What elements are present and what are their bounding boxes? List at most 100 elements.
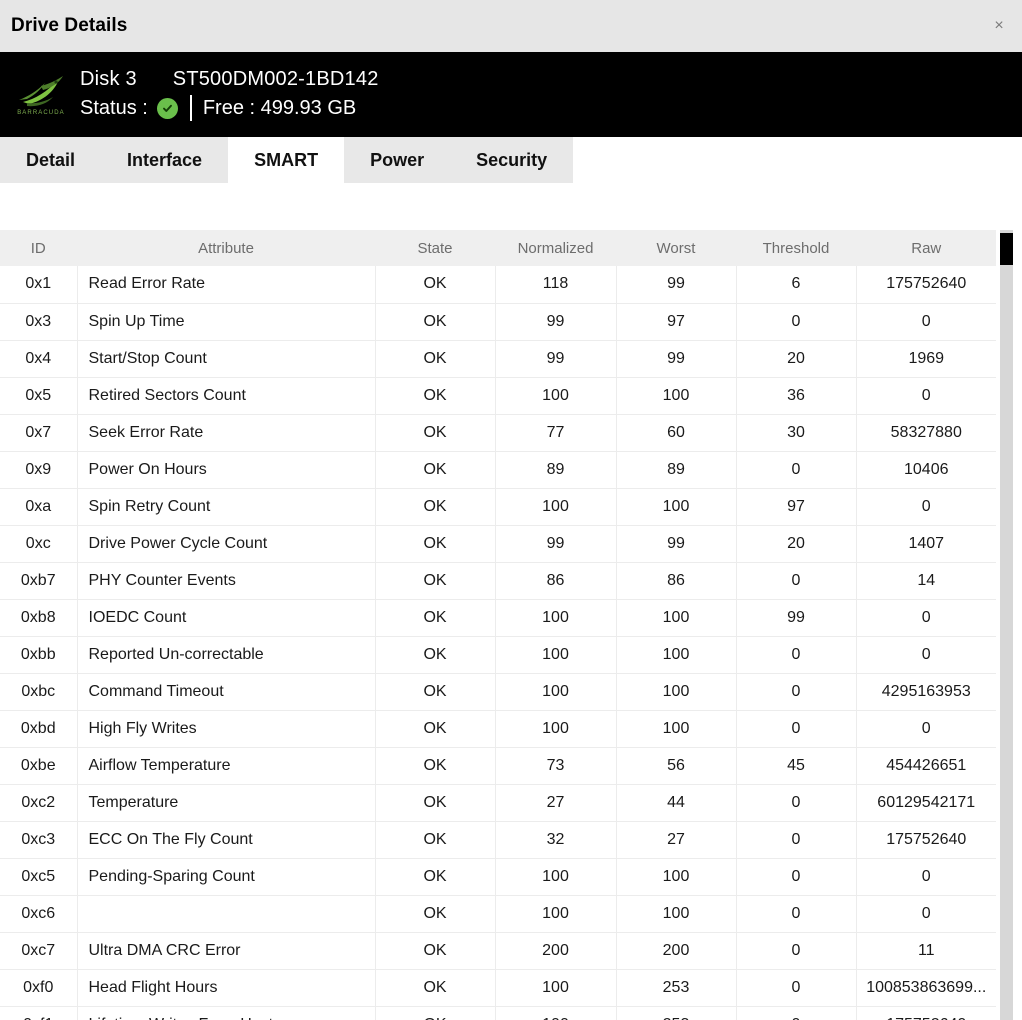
cell-normalized: 200 xyxy=(495,932,617,970)
cell-worst: 56 xyxy=(616,747,737,785)
vertical-scrollbar-thumb[interactable] xyxy=(1000,233,1013,265)
cell-attribute: Spin Retry Count xyxy=(77,488,376,526)
table-row[interactable]: 0x7 Seek Error Rate OK 77 60 30 58327880 xyxy=(0,414,996,452)
cell-threshold: 0 xyxy=(736,821,857,859)
cell-attribute: Lifetime Writes From Host xyxy=(77,1006,376,1020)
cell-worst: 27 xyxy=(616,821,737,859)
cell-state: OK xyxy=(375,414,496,452)
table-row[interactable]: 0xb7 PHY Counter Events OK 86 86 0 14 xyxy=(0,562,996,600)
cell-attribute: Spin Up Time xyxy=(77,303,376,341)
tab-detail[interactable]: Detail xyxy=(0,137,102,183)
cell-worst: 89 xyxy=(616,451,737,489)
cell-attribute: Power On Hours xyxy=(77,451,376,489)
cell-attribute: High Fly Writes xyxy=(77,710,376,748)
column-header-raw[interactable]: Raw xyxy=(856,230,996,266)
drive-summary-banner: BARRACUDA Disk 3 ST500DM002-1BD142 Statu… xyxy=(0,52,1022,137)
cell-normalized: 100 xyxy=(495,599,617,637)
tab-smart[interactable]: SMART xyxy=(228,137,345,183)
cell-raw: 10406 xyxy=(856,451,996,489)
drive-info: Disk 3 ST500DM002-1BD142 Status : Free :… xyxy=(80,68,379,121)
table-row[interactable]: 0xc3 ECC On The Fly Count OK 32 27 0 175752640 xyxy=(0,821,996,859)
cell-id: 0xb8 xyxy=(0,599,78,637)
cell-attribute: Seek Error Rate xyxy=(77,414,376,452)
close-icon[interactable]: × xyxy=(988,15,1010,37)
cell-id: 0xa xyxy=(0,488,78,526)
column-header-attribute[interactable]: Attribute xyxy=(77,230,376,266)
column-header-worst[interactable]: Worst xyxy=(616,230,737,266)
cell-worst: 100 xyxy=(616,599,737,637)
cell-raw: 100853863699... xyxy=(856,969,996,1007)
cell-worst: 100 xyxy=(616,488,737,526)
table-row[interactable]: 0x5 Retired Sectors Count OK 100 100 36 0 xyxy=(0,377,996,415)
cell-worst: 100 xyxy=(616,377,737,415)
cell-worst: 44 xyxy=(616,784,737,822)
cell-id: 0xb7 xyxy=(0,562,78,600)
table-row[interactable]: 0xc7 Ultra DMA CRC Error OK 200 200 0 11 xyxy=(0,932,996,970)
cell-state: OK xyxy=(375,266,496,304)
cell-threshold: 0 xyxy=(736,784,857,822)
table-row[interactable]: 0xf1Lifetime Writes From HostOK100253017… xyxy=(0,1006,996,1020)
cell-id: 0xbe xyxy=(0,747,78,785)
table-row[interactable]: 0xc5 Pending-Sparing Count OK 100 100 0 0 xyxy=(0,858,996,896)
cell-state: OK xyxy=(375,599,496,637)
cell-raw: 11 xyxy=(856,932,996,970)
drive-identity-row: Disk 3 ST500DM002-1BD142 xyxy=(80,68,379,91)
cell-id: 0xc6 xyxy=(0,895,78,933)
cell-normalized: 100 xyxy=(495,488,617,526)
table-row[interactable]: 0xc6 OK 100 100 0 0 xyxy=(0,895,996,933)
column-header-state[interactable]: State xyxy=(375,230,496,266)
cell-worst: 99 xyxy=(616,340,737,378)
cell-normalized: 86 xyxy=(495,562,617,600)
cell-attribute: IOEDC Count xyxy=(77,599,376,637)
cell-normalized: 100 xyxy=(495,969,617,1007)
table-row[interactable]: 0xf0 Head Flight Hours OK 100 253 0 1008538636… xyxy=(0,969,996,1007)
table-row[interactable]: 0x4 Start/Stop Count OK 99 99 20 1969 xyxy=(0,340,996,378)
cell-raw: 454426651 xyxy=(856,747,996,785)
vertical-scrollbar-track[interactable] xyxy=(1000,230,1013,1020)
table-row[interactable]: 0xc2 Temperature OK 27 44 0 60129542171 xyxy=(0,784,996,822)
column-header-normalized[interactable]: Normalized xyxy=(495,230,617,266)
cell-raw: 175752640 xyxy=(856,1006,996,1020)
cell-normalized: 99 xyxy=(495,525,617,563)
cell-attribute: Ultra DMA CRC Error xyxy=(77,932,376,970)
tab-security[interactable]: Security xyxy=(450,137,574,183)
window-title: Drive Details xyxy=(11,15,128,36)
cell-id: 0xc5 xyxy=(0,858,78,896)
cell-state: OK xyxy=(375,821,496,859)
cell-state: OK xyxy=(375,710,496,748)
cell-raw: 1969 xyxy=(856,340,996,378)
table-row[interactable]: 0xbc Command Timeout OK 100 100 0 4295163953 xyxy=(0,673,996,711)
cell-state: OK xyxy=(375,1006,496,1020)
cell-attribute: Head Flight Hours xyxy=(77,969,376,1007)
cell-attribute: Command Timeout xyxy=(77,673,376,711)
column-header-id[interactable]: ID xyxy=(0,230,78,266)
cell-attribute: Drive Power Cycle Count xyxy=(77,525,376,563)
table-row[interactable]: 0xbb Reported Un-correctable OK 100 100 0 0 xyxy=(0,636,996,674)
table-row[interactable]: 0xbd High Fly Writes OK 100 100 0 0 xyxy=(0,710,996,748)
table-row[interactable]: 0x3 Spin Up Time OK 99 97 0 0 xyxy=(0,303,996,341)
cell-threshold: 45 xyxy=(736,747,857,785)
table-row[interactable]: 0xb8 IOEDC Count OK 100 100 99 0 xyxy=(0,599,996,637)
tab-power[interactable]: Power xyxy=(344,137,451,183)
cell-id: 0xbb xyxy=(0,636,78,674)
drive-model-label: ST500DM002-1BD142 xyxy=(172,68,379,90)
cell-raw: 175752640 xyxy=(856,266,996,304)
column-header-threshold[interactable]: Threshold xyxy=(736,230,857,266)
cell-attribute: Retired Sectors Count xyxy=(77,377,376,415)
cell-worst: 99 xyxy=(616,266,737,304)
free-space-label: Free : 499.93 GB xyxy=(202,96,357,119)
cell-state: OK xyxy=(375,784,496,822)
table-row[interactable]: 0xc Drive Power Cycle Count OK 99 99 20 1407 xyxy=(0,525,996,563)
smart-attributes-table: ID Attribute State Normalized Worst Threshold… xyxy=(0,230,996,1020)
table-row[interactable]: 0x1 Read Error Rate OK 118 99 6 175752640 xyxy=(0,266,996,304)
cell-normalized: 99 xyxy=(495,303,617,341)
cell-id: 0x7 xyxy=(0,414,78,452)
tab-interface[interactable]: Interface xyxy=(101,137,229,183)
cell-id: 0x3 xyxy=(0,303,78,341)
table-row[interactable]: 0x9 Power On Hours OK 89 89 0 10406 xyxy=(0,451,996,489)
table-row[interactable]: 0xbe Airflow Temperature OK 73 56 45 454426651 xyxy=(0,747,996,785)
table-row[interactable]: 0xa Spin Retry Count OK 100 100 97 0 xyxy=(0,488,996,526)
table-header: ID Attribute State Normalized Worst Threshold… xyxy=(0,230,996,266)
cell-worst: 100 xyxy=(616,858,737,896)
cell-worst: 100 xyxy=(616,895,737,933)
